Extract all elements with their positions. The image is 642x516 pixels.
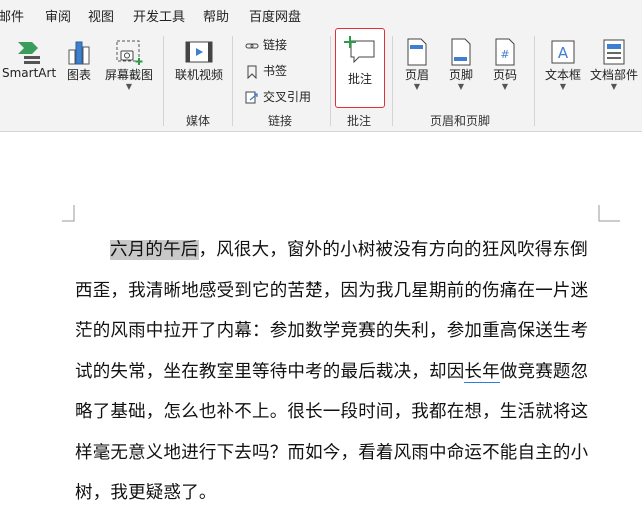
online-video-button[interactable]: 联机视频 bbox=[170, 38, 228, 83]
group-divider bbox=[232, 36, 233, 126]
quick-parts-icon bbox=[603, 39, 625, 65]
spelling-underline-text[interactable]: 长年 bbox=[464, 361, 500, 383]
footer-button[interactable]: 页脚 ▼ bbox=[442, 38, 480, 91]
page-number-icon: # bbox=[495, 38, 515, 66]
selected-text[interactable]: 六月的午后 bbox=[110, 240, 199, 260]
chart-label: 图表 bbox=[66, 68, 91, 82]
new-comment-icon bbox=[344, 36, 375, 64]
link-button[interactable]: 链接 bbox=[245, 36, 287, 54]
chevron-down-icon: ▼ bbox=[610, 82, 618, 91]
smartart-label: SmartArt bbox=[2, 66, 57, 80]
menu-view[interactable]: 视图 bbox=[88, 6, 114, 25]
svg-text:#: # bbox=[500, 48, 509, 61]
paragraph-text[interactable]: ，风很大，窗外的小树被没有方向的狂风吹得东倒西歪，我清晰地感受到它的苦楚，因为我… bbox=[75, 240, 588, 382]
chevron-down-icon: ▼ bbox=[413, 82, 421, 91]
links-group-label: 链接 bbox=[268, 114, 293, 128]
textbox-icon: A bbox=[551, 40, 575, 64]
header-footer-group-label: 页眉和页脚 bbox=[430, 114, 491, 128]
new-comment-label: 批注 bbox=[347, 72, 372, 86]
header-label: 页眉 bbox=[404, 68, 429, 82]
document-body[interactable]: 六月的午后，风很大，窗外的小树被没有方向的狂风吹得东倒西歪，我清晰地感受到它的苦… bbox=[75, 230, 595, 514]
textbox-button[interactable]: A 文本框 ▼ bbox=[541, 38, 585, 91]
chevron-down-icon: ▼ bbox=[457, 82, 465, 91]
menu-baidu-netdisk[interactable]: 百度网盘 bbox=[249, 6, 301, 25]
group-divider bbox=[392, 36, 393, 126]
cross-reference-icon bbox=[245, 91, 258, 103]
chart-icon bbox=[68, 41, 90, 65]
smartart-icon bbox=[18, 42, 40, 64]
svg-text:A: A bbox=[558, 44, 569, 62]
footer-icon bbox=[451, 38, 471, 66]
new-comment-button[interactable]: 批注 bbox=[335, 28, 385, 108]
menu-bar: 邮件 审阅 视图 开发工具 帮助 百度网盘 bbox=[0, 0, 642, 26]
cross-reference-label: 交叉引用 bbox=[263, 90, 312, 104]
header-button[interactable]: 页眉 ▼ bbox=[398, 38, 436, 91]
media-group-label: 媒体 bbox=[186, 114, 211, 128]
group-divider bbox=[163, 36, 164, 126]
chevron-down-icon: ▼ bbox=[125, 82, 133, 91]
online-video-label: 联机视频 bbox=[174, 68, 223, 82]
cross-reference-button[interactable]: 交叉引用 bbox=[245, 88, 311, 106]
bookmark-label: 书签 bbox=[263, 64, 288, 78]
textbox-label: 文本框 bbox=[544, 68, 581, 82]
page-margin-corner-right bbox=[598, 205, 620, 222]
chart-button[interactable]: 图表 bbox=[62, 38, 96, 83]
menu-review[interactable]: 审阅 bbox=[45, 6, 71, 25]
menu-developer[interactable]: 开发工具 bbox=[133, 6, 185, 25]
link-label: 链接 bbox=[263, 38, 288, 52]
comments-group-label: 批注 bbox=[347, 114, 372, 128]
menu-mailings[interactable]: 邮件 bbox=[0, 6, 24, 25]
link-icon bbox=[245, 43, 259, 48]
page-margin-corner-left bbox=[62, 205, 75, 222]
quick-parts-button[interactable]: 文档部件 ▼ bbox=[587, 38, 641, 91]
quick-parts-label: 文档部件 bbox=[589, 68, 638, 82]
screenshot-label: 屏幕截图 bbox=[104, 68, 153, 82]
bookmark-button[interactable]: 书签 bbox=[245, 62, 287, 80]
chevron-down-icon: ▼ bbox=[501, 82, 509, 91]
footer-label: 页脚 bbox=[448, 68, 473, 82]
menu-help[interactable]: 帮助 bbox=[203, 6, 229, 25]
paragraph-text-continued[interactable]: 做竞赛题忽略了基础，怎么也补不上。很长一段时间，我都在想，生活就将这样毫无意义地… bbox=[75, 362, 588, 504]
page-number-button[interactable]: # 页码 ▼ bbox=[486, 38, 524, 91]
film-icon bbox=[185, 41, 213, 63]
screenshot-button[interactable]: 屏幕截图 ▼ bbox=[102, 38, 156, 91]
group-divider bbox=[534, 36, 535, 126]
chevron-down-icon: ▼ bbox=[559, 82, 567, 91]
ribbon: 邮件 审阅 视图 开发工具 帮助 百度网盘 SmartArt 图表 屏幕截图 ▼… bbox=[0, 0, 642, 132]
page-number-label: 页码 bbox=[492, 68, 517, 82]
group-divider bbox=[330, 36, 331, 126]
header-icon bbox=[407, 38, 427, 66]
bookmark-icon bbox=[247, 65, 257, 79]
smartart-button[interactable]: SmartArt bbox=[2, 38, 56, 80]
screenshot-icon bbox=[116, 40, 143, 65]
